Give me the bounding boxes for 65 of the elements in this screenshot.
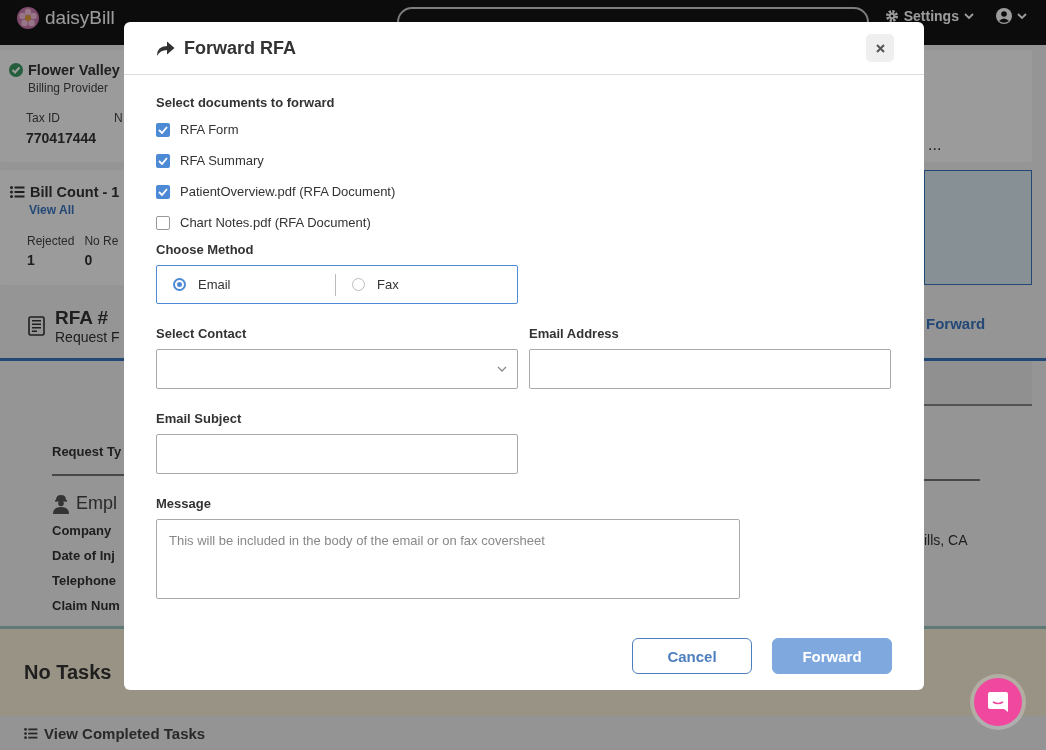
field-label: Claim Num xyxy=(52,597,121,615)
checkbox[interactable] xyxy=(156,184,170,199)
list-icon xyxy=(24,728,38,739)
checkbox-label: PatientOverview.pdf (RFA Document) xyxy=(180,184,396,199)
field-label: Tax ID xyxy=(26,111,61,125)
section-label: Choose Method xyxy=(156,242,255,257)
view-completed-tasks-link[interactable]: View Completed Tasks xyxy=(24,725,206,742)
user-avatar-icon[interactable] xyxy=(995,8,1012,24)
list-icon xyxy=(10,186,25,198)
caret-icon xyxy=(963,12,974,20)
stat-label: No Re xyxy=(84,234,119,248)
ellipsis-text: ... xyxy=(928,136,942,153)
field-label: Telephone xyxy=(52,572,118,590)
field-label: Message xyxy=(156,496,212,511)
field-value: ills, CA xyxy=(924,532,968,548)
field-label: Date of Inj xyxy=(52,547,116,565)
close-icon xyxy=(875,43,885,53)
check-circle-icon xyxy=(9,63,23,77)
contact-dropdown[interactable] xyxy=(156,349,518,389)
radio-option[interactable]: Fax xyxy=(336,266,514,303)
stat-value: 0 xyxy=(84,252,94,268)
check-icon xyxy=(158,125,168,134)
forward-link[interactable]: Forward xyxy=(926,315,986,332)
field-value: 770417444 xyxy=(26,130,97,146)
message-field[interactable]: This will be included in the body of the email or on fax coversheet xyxy=(156,519,740,599)
document-icon xyxy=(28,316,45,336)
field-label: Email Subject xyxy=(156,411,243,426)
check-icon xyxy=(158,156,168,165)
checkbox-label: Chart Notes.pdf (RFA Document) xyxy=(180,215,371,230)
rfa-title: RFA # xyxy=(55,307,110,329)
cancel-button[interactable]: Cancel xyxy=(632,638,752,674)
settings-menu[interactable]: Settings xyxy=(884,8,974,24)
chat-bubble-icon xyxy=(987,691,1009,713)
field-label: Request Ty xyxy=(52,443,123,461)
provider-role: Billing Provider xyxy=(28,81,110,95)
field-label: N xyxy=(114,111,123,125)
empty-tasks-text: No Tasks xyxy=(24,661,112,684)
email-subject-field[interactable] xyxy=(156,434,518,474)
caret-icon xyxy=(1016,12,1027,20)
checkbox[interactable] xyxy=(156,153,170,168)
checkbox-label: RFA Form xyxy=(180,122,239,137)
section-label: Select documents to forward xyxy=(156,95,336,110)
check-icon xyxy=(158,187,168,196)
close-button[interactable] xyxy=(866,34,894,62)
forward-arrow-icon xyxy=(156,40,175,56)
dialog-title: Forward RFA xyxy=(184,37,297,59)
field-label: Email Address xyxy=(529,326,620,341)
app-logo-text: daisyBill xyxy=(45,7,115,29)
worker-icon xyxy=(52,493,70,514)
chevron-down-icon xyxy=(497,366,507,372)
checkbox-label: RFA Summary xyxy=(180,153,264,168)
checkbox[interactable] xyxy=(156,122,170,137)
stat-value: 1 xyxy=(27,252,36,268)
field-label: Select Contact xyxy=(156,326,248,341)
field-label: Company xyxy=(52,522,113,540)
view-all-link[interactable]: View All xyxy=(29,203,75,217)
rfa-subtitle: Request F xyxy=(55,329,120,345)
flower-logo-icon xyxy=(16,6,40,30)
stat-label: Rejected xyxy=(27,234,75,248)
checkbox[interactable] xyxy=(156,215,170,230)
email-address-field[interactable] xyxy=(529,349,891,389)
provider-name: Flower Valley xyxy=(28,62,120,78)
section-title: Empl xyxy=(76,493,117,514)
radio-option[interactable]: Email xyxy=(157,266,335,303)
card-title: Bill Count - 1 xyxy=(30,184,120,200)
